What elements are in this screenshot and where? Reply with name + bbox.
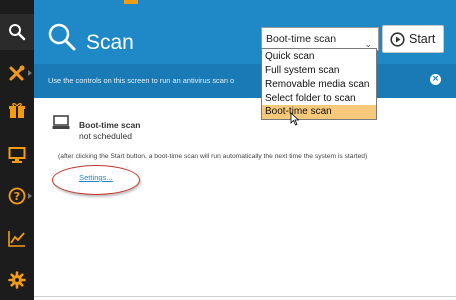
sidebar-item-tools[interactable]: [0, 55, 34, 91]
computer-icon: [52, 115, 70, 129]
dropdown-option-removable-media-scan[interactable]: Removable media scan: [262, 78, 376, 92]
settings-gear-icon: [8, 271, 26, 289]
sidebar: ?: [0, 0, 34, 300]
annotation-highlight-ellipse: [52, 165, 140, 195]
info-bar: Use the controls on this screen to run a…: [34, 64, 456, 98]
dropdown-option-full-system-scan[interactable]: Full system scan: [262, 64, 376, 78]
dropdown-option-boot-time-scan[interactable]: Boot-time scan: [262, 105, 376, 119]
help-icon: ?: [8, 187, 26, 205]
scan-type-select-value: Boot-time scan: [266, 33, 337, 45]
chevron-right-icon: [28, 193, 32, 199]
store-icon: [9, 103, 25, 118]
sidebar-item-stats[interactable]: [0, 220, 34, 256]
close-icon[interactable]: ×: [430, 74, 441, 85]
sidebar-item-help[interactable]: ?: [0, 178, 34, 214]
search-icon: [9, 24, 26, 41]
sidebar-item-scan[interactable]: [0, 14, 34, 50]
boot-scan-title: Boot-time scan: [79, 120, 141, 130]
dropdown-option-quick-scan[interactable]: Quick scan: [262, 50, 376, 64]
scan-search-icon: [48, 23, 76, 51]
dropdown-option-select-folder[interactable]: Select folder to scan: [262, 92, 376, 106]
divider: [34, 296, 456, 297]
sidebar-item-settings[interactable]: [0, 262, 34, 298]
play-icon: [390, 32, 405, 47]
page-title: Scan: [86, 31, 134, 54]
monitor-icon: [8, 147, 26, 163]
svg-text:?: ?: [14, 190, 20, 203]
sidebar-item-monitor[interactable]: [0, 137, 34, 173]
header: Scan Boot-time scan ⌄ Start: [34, 4, 456, 64]
tools-icon: [9, 65, 25, 81]
info-text: Use the controls on this screen to run a…: [48, 76, 235, 85]
sidebar-item-store[interactable]: [0, 93, 34, 129]
boot-scan-note: (after clicking the Start button, a boot…: [58, 153, 368, 160]
mouse-cursor-icon: [290, 112, 300, 126]
start-button[interactable]: Start: [382, 25, 444, 53]
chevron-right-icon: [28, 70, 32, 76]
scan-type-dropdown: Quick scan Full system scan Removable me…: [261, 48, 377, 120]
start-button-label: Start: [409, 32, 436, 46]
stats-icon: [8, 231, 25, 247]
boot-scan-status: not scheduled: [79, 131, 132, 141]
